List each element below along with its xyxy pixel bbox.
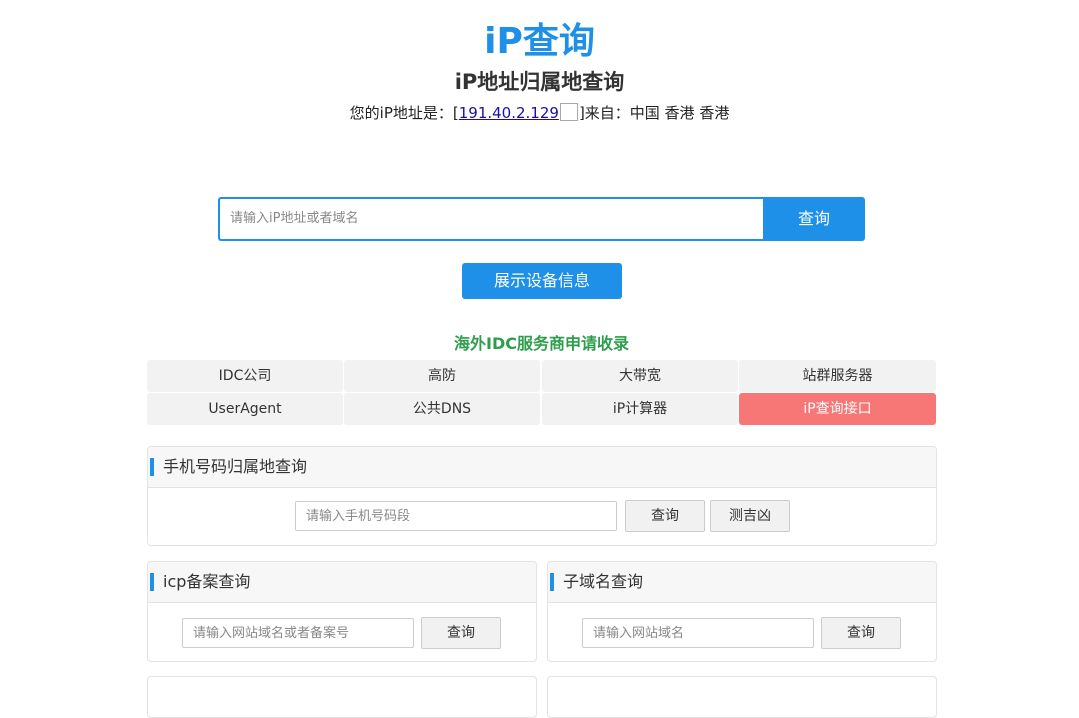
- icp-domain-input[interactable]: 请输入网站域名或者备案号: [182, 618, 414, 648]
- panel-title: 子域名查询: [563, 572, 644, 591]
- panel-title: 手机号码归属地查询: [163, 457, 308, 476]
- accent-bar: [150, 458, 154, 476]
- panel-title: icp备案查询: [163, 572, 251, 591]
- panel-header: 手机号码归属地查询: [148, 447, 936, 488]
- link-ip-calculator[interactable]: iP计算器: [542, 393, 738, 425]
- visitor-ip-link[interactable]: 191.40.2.129: [459, 104, 559, 122]
- subdomain-lookup-panel: 子域名查询 请输入网站域名 查询: [547, 561, 937, 662]
- phone-query-button[interactable]: 查询: [625, 500, 705, 532]
- visitor-ip-line: 您的iP地址是：[191.40.2.129 ]来自：中国 香港 香港: [0, 102, 1079, 123]
- icp-lookup-panel: icp备案查询 请输入网站域名或者备案号 查询: [147, 561, 537, 662]
- ip-search-input[interactable]: 请输入iP地址或者域名: [218, 197, 775, 241]
- link-public-dns[interactable]: 公共DNS: [344, 393, 540, 425]
- flag-icon: [559, 103, 578, 121]
- link-high-defense[interactable]: 高防: [344, 360, 540, 392]
- subdomain-query-button[interactable]: 查询: [821, 617, 901, 649]
- link-station-servers[interactable]: 站群服务器: [739, 360, 936, 392]
- ip-search-form: 请输入iP地址或者域名 查询: [218, 197, 865, 241]
- phone-lookup-panel: 手机号码归属地查询 请输入手机号码段 查询 测吉凶: [147, 446, 937, 546]
- subdomain-input[interactable]: 请输入网站域名: [582, 618, 814, 648]
- ip-search-button[interactable]: 查询: [763, 197, 865, 241]
- link-big-bandwidth[interactable]: 大带宽: [542, 360, 738, 392]
- next-panel-left: [147, 676, 537, 718]
- accent-bar: [550, 573, 554, 591]
- ip-location-text: ]来自：中国 香港 香港: [578, 104, 730, 122]
- ip-prefix-text: 您的iP地址是：[: [349, 104, 459, 122]
- panel-header: icp备案查询: [148, 562, 536, 603]
- idc-apply-link[interactable]: 海外IDC服务商申请收录: [0, 330, 1079, 354]
- accent-bar: [150, 573, 154, 591]
- link-ip-api[interactable]: iP查询接口: [739, 393, 936, 425]
- site-logo[interactable]: iP查询: [0, 12, 1079, 64]
- phone-luck-button[interactable]: 测吉凶: [710, 500, 790, 532]
- icp-query-button[interactable]: 查询: [421, 617, 501, 649]
- show-device-info-button[interactable]: 展示设备信息: [462, 263, 622, 299]
- next-panel-right: [547, 676, 937, 718]
- link-useragent[interactable]: UserAgent: [147, 393, 343, 425]
- panel-header: 子域名查询: [548, 562, 936, 603]
- page-title: iP地址归属地查询: [454, 70, 625, 94]
- phone-number-input[interactable]: 请输入手机号码段: [295, 501, 617, 531]
- link-idc-company[interactable]: IDC公司: [147, 360, 343, 392]
